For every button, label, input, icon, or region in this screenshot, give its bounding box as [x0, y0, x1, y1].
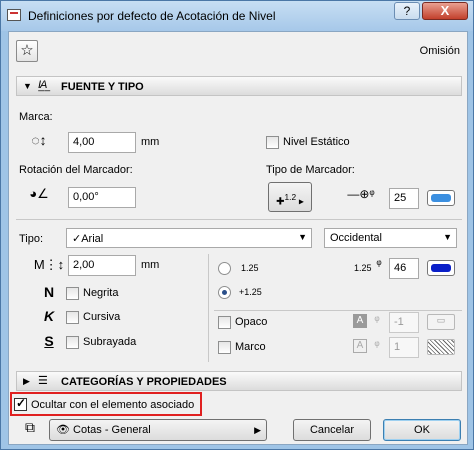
- marker-size-icon: ◌↕: [31, 132, 47, 148]
- marker-type-button[interactable]: ✚1.2 ▸: [268, 182, 312, 212]
- section-categorias[interactable]: ▶ ☰ CATEGORÍAS Y PROPIEDADES: [16, 371, 462, 391]
- rotacion-label: Rotación del Marcador:: [19, 164, 133, 176]
- marker-type-icon: ✚: [276, 196, 285, 208]
- negrita-checkbox[interactable]: [66, 287, 79, 300]
- window-title: Definiciones por defecto de Acotación de…: [28, 9, 276, 23]
- cancel-button[interactable]: Cancelar: [293, 419, 371, 441]
- negrita-label: Negrita: [83, 287, 119, 299]
- section-fuente-tipo-label: FUENTE Y TIPO: [61, 81, 144, 93]
- ok-button[interactable]: OK: [383, 419, 461, 441]
- nivel-estatico-checkbox[interactable]: [266, 136, 279, 149]
- text-pen-icon: ᵠ: [376, 257, 382, 271]
- text-pen-color-swatch[interactable]: [427, 260, 455, 276]
- vertical-divider: [208, 254, 209, 362]
- close-button[interactable]: X: [422, 2, 468, 20]
- marca-label: Marca:: [19, 111, 53, 123]
- font-type-icon: I͟A͟: [38, 79, 47, 91]
- font-dropdown[interactable]: ✓Arial ▼: [66, 228, 312, 248]
- bold-icon: N: [43, 284, 55, 300]
- document-list-icon: ☰: [38, 375, 48, 387]
- subrayada-checkbox[interactable]: [66, 336, 79, 349]
- marco-pen-input[interactable]: 1: [389, 337, 419, 358]
- opaque-a-icon: A: [353, 314, 367, 328]
- chevron-right-icon: ▶: [254, 425, 261, 435]
- marker-type-value: 1.2: [284, 192, 297, 202]
- chevron-down-icon: ▼: [298, 232, 307, 242]
- italic-icon: K: [43, 308, 55, 324]
- format-radio-2-label: +1.25: [239, 287, 262, 297]
- marco-pen-icon: ᵠ: [374, 338, 380, 352]
- frame-a-icon: A: [353, 339, 367, 353]
- marca-size-input[interactable]: 4,00: [68, 132, 136, 153]
- divider: [214, 310, 462, 311]
- default-omision-label: Omisión: [419, 45, 460, 57]
- layer-icon: ⧉: [25, 419, 35, 435]
- opaco-background-button[interactable]: ▭: [427, 314, 455, 330]
- collapse-triangle-icon[interactable]: ▼: [23, 81, 32, 91]
- ocultar-checkbox[interactable]: [14, 396, 27, 411]
- marco-fill-button[interactable]: [427, 339, 455, 355]
- format-radio-1-label: 1.25: [241, 263, 259, 273]
- favorites-star-icon[interactable]: ☆: [16, 40, 38, 62]
- underline-icon: S: [44, 333, 54, 349]
- ocultar-label: Ocultar con el elemento asociado: [31, 399, 195, 411]
- section-fuente-tipo[interactable]: ▼ I͟A͟ FUENTE Y TIPO: [16, 76, 462, 96]
- subrayada-label: Subrayada: [83, 336, 137, 348]
- opaco-checkbox[interactable]: [218, 316, 231, 329]
- dialog-body: ☆ Omisión ▼ I͟A͟ FUENTE Y TIPO Marca: ◌↕…: [8, 31, 468, 445]
- section-categorias-label: CATEGORÍAS Y PROPIEDADES: [61, 376, 227, 388]
- script-dropdown[interactable]: Occidental ▼: [324, 228, 457, 248]
- expand-triangle-icon[interactable]: ▶: [23, 376, 30, 387]
- text-pen-label: 1.25: [354, 263, 372, 273]
- layer-dropdown[interactable]: 👁︎ Cotas - General ▶: [49, 419, 267, 441]
- text-size-icon: M⋮↕: [33, 257, 65, 272]
- chevron-down-icon: ▼: [443, 232, 452, 242]
- marker-pen-icon: —⊕ᵠ: [347, 187, 375, 201]
- text-size-unit-label: mm: [141, 259, 160, 271]
- divider: [16, 219, 462, 220]
- text-size-input[interactable]: 2,00: [68, 255, 136, 276]
- eye-icon: 👁︎: [56, 424, 70, 436]
- tipo-marcador-label: Tipo de Marcador:: [266, 164, 355, 176]
- app-icon: [7, 9, 21, 21]
- layer-value: Cotas - General: [73, 424, 151, 436]
- cursiva-label: Cursiva: [83, 311, 121, 323]
- format-radio-2[interactable]: [218, 286, 231, 299]
- text-pen-input[interactable]: 46: [389, 258, 419, 279]
- opaco-pen-input[interactable]: -1: [389, 312, 419, 333]
- marker-pen-color-swatch[interactable]: [427, 190, 455, 206]
- marco-checkbox[interactable]: [218, 341, 231, 354]
- opaco-label: Opaco: [235, 316, 268, 328]
- rotation-angle-icon: ◕∠: [29, 186, 49, 201]
- title-bar[interactable]: Definiciones por defecto de Acotación de…: [1, 1, 473, 31]
- marker-pen-input[interactable]: 25: [389, 188, 419, 209]
- rotacion-input[interactable]: 0,00°: [68, 187, 136, 208]
- font-dropdown-value: ✓Arial: [72, 233, 104, 245]
- help-button[interactable]: ?: [394, 2, 420, 20]
- dialog-window: Definiciones por defecto de Acotación de…: [0, 0, 474, 450]
- opaco-pen-icon: ᵠ: [374, 313, 380, 327]
- format-radio-1[interactable]: [218, 262, 231, 275]
- cursiva-checkbox[interactable]: [66, 311, 79, 324]
- script-dropdown-value: Occidental: [330, 232, 382, 244]
- marca-unit-label: mm: [141, 136, 160, 148]
- tipo-label: Tipo:: [19, 233, 44, 245]
- nivel-estatico-label: Nivel Estático: [283, 136, 350, 148]
- marco-label: Marco: [235, 341, 266, 353]
